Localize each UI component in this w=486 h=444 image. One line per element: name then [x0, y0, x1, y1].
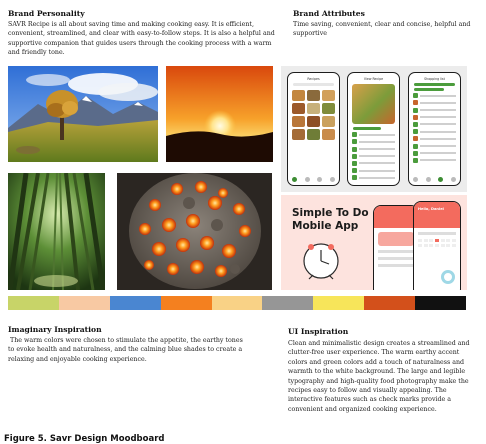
- text-line: Time saving, convenient, clear and conci…: [293, 21, 471, 28]
- text-line: recipes easy to follow and visually appe…: [288, 387, 447, 395]
- text-line: supportive: [293, 30, 327, 38]
- color-swatch: [8, 296, 59, 310]
- todo-phone-front: Hello, Daniel: [413, 201, 461, 290]
- recipes-screen: Recipes: [287, 72, 340, 186]
- imaginary-inspiration-heading: Imaginary Inspiration: [8, 325, 102, 334]
- text-line: typography and high-quality food photogr…: [288, 377, 469, 385]
- shopping-list-screen: Shopping list: [408, 72, 461, 186]
- text-line: to evoke health and naturalness, and the…: [8, 346, 243, 354]
- text-line: relaxing and enjoyable cooking experienc…: [8, 355, 147, 363]
- title-line: Mobile App: [292, 220, 359, 232]
- text-line: convenient and organized cooking experie…: [288, 405, 437, 413]
- text-line: SAVR Recipe is all about saving time and…: [8, 21, 254, 28]
- text-line: convenient, streamlined, and clear with …: [8, 30, 275, 38]
- color-swatch: [109, 296, 161, 310]
- color-palette: [8, 296, 467, 310]
- color-swatch: [262, 296, 314, 310]
- ui-inspiration-heading: UI Inspiration: [288, 327, 349, 336]
- mountain-landscape-photo: [8, 66, 158, 162]
- color-swatch: [415, 296, 467, 310]
- text-line: warmth to the white background. The larg…: [288, 368, 466, 376]
- color-swatch: [211, 296, 263, 310]
- todo-app-mockup: Simple To Do Mobile App Hello, Daniel: [281, 195, 467, 290]
- color-swatch: [58, 296, 110, 310]
- greeting-text: Hello, Daniel: [418, 207, 444, 211]
- text-line: The warm colors were chosen to stimulate…: [8, 337, 243, 344]
- brand-personality-heading: Brand Personality: [8, 9, 85, 18]
- brand-attributes-text: Time saving, convenient, clear and conci…: [293, 20, 478, 39]
- bottom-nav: [292, 177, 335, 182]
- sunset-photo: [166, 66, 273, 162]
- text-line: and friendly tone.: [8, 49, 65, 57]
- figure-caption: Figure 5. Savr Design Moodboard: [4, 434, 165, 444]
- imaginary-inspiration-text: The warm colors were chosen to stimulate…: [8, 336, 283, 364]
- text-line: supportive companion that guides users t…: [8, 39, 272, 47]
- text-line: colors and green colors add a touch of n…: [288, 358, 465, 366]
- text-line: interactive features such as check marks…: [288, 396, 452, 404]
- bamboo-forest-photo: [8, 173, 105, 290]
- ui-inspiration-text: Clean and minimalistic design creates a …: [288, 339, 478, 414]
- recipe-grid: [288, 88, 339, 142]
- screen-title: Shopping list: [424, 77, 445, 81]
- clock-illustration: [303, 243, 339, 280]
- recipe-app-mockup: Recipes View Recipe Shopping list: [281, 66, 467, 192]
- screen-title: Recipes: [307, 77, 320, 81]
- brand-attributes-heading: Brand Attributes: [293, 9, 365, 18]
- color-swatch: [160, 296, 212, 310]
- text-line: Clean and minimalistic design creates a …: [288, 340, 470, 347]
- todo-app-title: Simple To Do Mobile App: [292, 207, 382, 233]
- color-swatch: [313, 296, 365, 310]
- recipe-photo: [352, 84, 395, 124]
- bottom-nav: [413, 177, 456, 182]
- search-bar: [293, 83, 334, 86]
- coal-stove-photo: [117, 173, 272, 290]
- brand-personality-text: SAVR Recipe is all about saving time and…: [8, 20, 278, 58]
- color-swatch: [364, 296, 416, 310]
- title-line: Simple To Do: [292, 207, 369, 219]
- text-line: clutter-free user experience. The warm e…: [288, 349, 460, 357]
- view-recipe-screen: View Recipe: [347, 72, 400, 186]
- screen-title: View Recipe: [363, 77, 384, 81]
